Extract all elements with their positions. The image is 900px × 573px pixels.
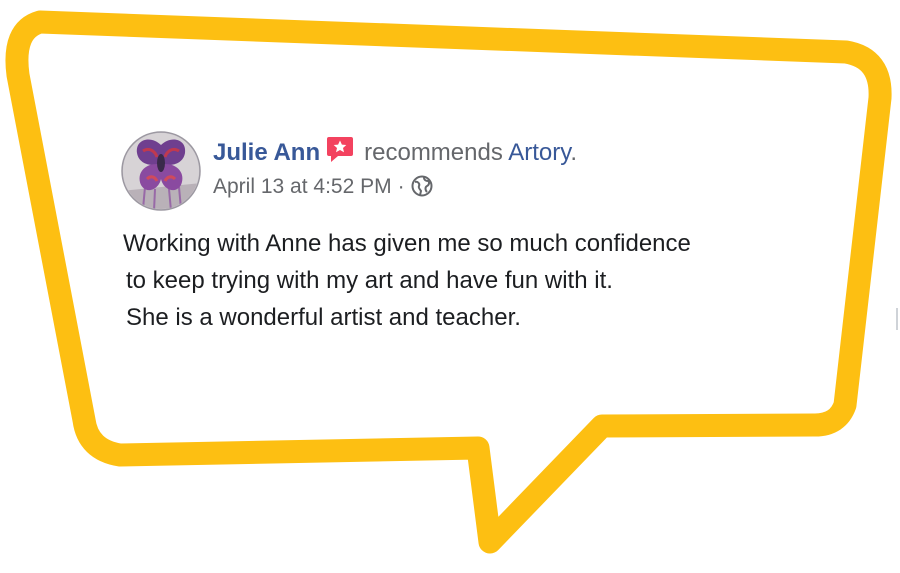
headline: Julie Ann recommends Artory. [213, 135, 813, 171]
post-body-line: She is a wonderful artist and teacher. [126, 304, 521, 331]
post-body-line: to keep trying with my art and have fun … [126, 267, 613, 294]
globe-icon[interactable] [411, 175, 433, 197]
meta-separator: · [397, 175, 405, 198]
headline-period: . [570, 139, 578, 166]
recommends-label: recommends [364, 139, 503, 166]
post-timestamp[interactable]: April 13 at 4:52 PM [213, 175, 392, 198]
post-body: Working with Anne has given me so much c… [123, 225, 823, 336]
star-flag-icon [327, 137, 354, 162]
post-body-line: Working with Anne has given me so much c… [123, 230, 691, 257]
avatar[interactable] [121, 131, 201, 211]
page-name-link[interactable]: Artory [508, 139, 570, 166]
post-header: Julie Ann recommends Artory. April 13 at… [213, 135, 813, 201]
edge-mark [896, 308, 898, 330]
post-meta: April 13 at 4:52 PM · [213, 173, 813, 201]
author-name-link[interactable]: Julie Ann [213, 139, 320, 166]
